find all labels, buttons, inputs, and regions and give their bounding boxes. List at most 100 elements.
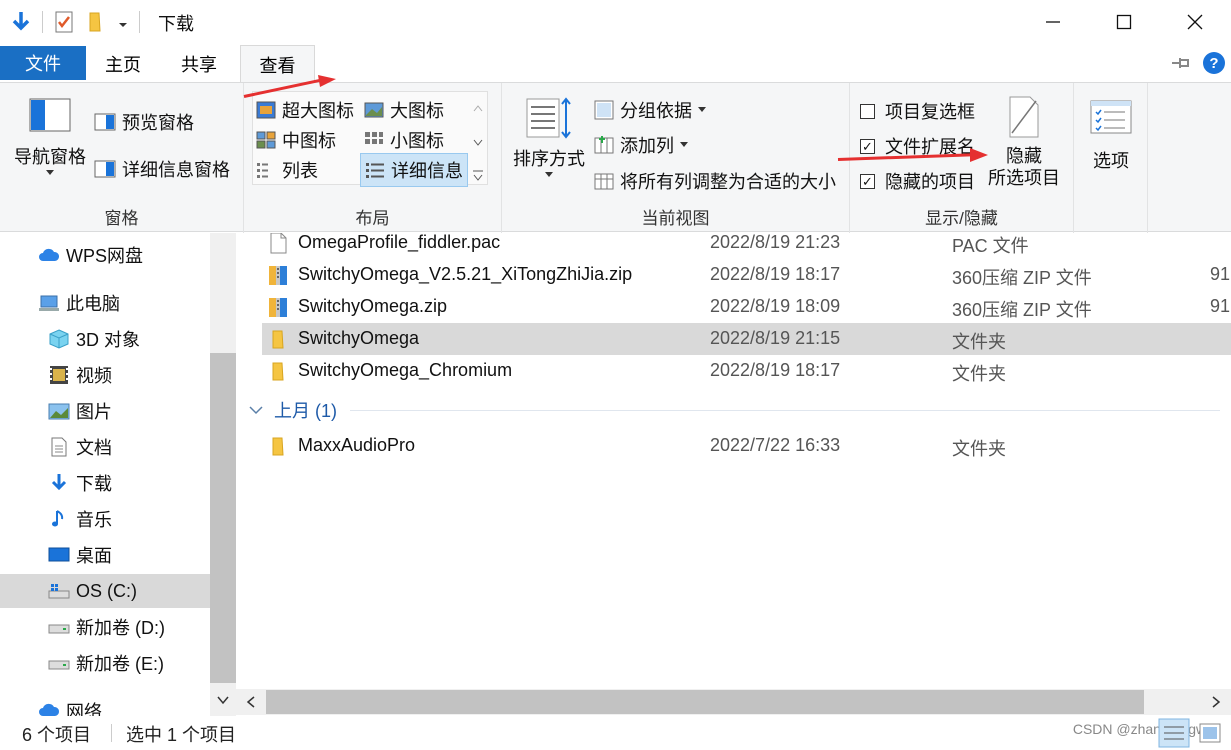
- minimize-icon: [1046, 21, 1060, 23]
- more-dropdown-icon: [473, 170, 483, 181]
- sidebar-item-3d-objects[interactable]: 3D 对象: [0, 322, 210, 356]
- file-date: 2022/8/19 18:17: [710, 360, 841, 380]
- tab-file[interactable]: 文件: [0, 46, 86, 80]
- network-icon: [38, 701, 60, 717]
- details-view-toggle-icon[interactable]: [1158, 718, 1190, 748]
- table-row[interactable]: SwitchyOmega_V2.5.21_XiTongZhiJia.zip 20…: [262, 259, 1231, 291]
- layout-gallery-scroll[interactable]: [470, 93, 486, 183]
- nav-pane-icon: [29, 98, 71, 132]
- chevron-down-icon: [46, 170, 54, 175]
- sidebar-item-videos[interactable]: 视频: [0, 358, 210, 392]
- layout-large-icons[interactable]: 大图标: [364, 97, 444, 123]
- video-icon: [48, 365, 70, 385]
- group-by-button[interactable]: 分组依据: [594, 97, 708, 123]
- desktop-icon: [48, 545, 70, 565]
- table-row[interactable]: MaxxAudioPro 2022/7/22 16:33 文件夹: [262, 430, 1231, 462]
- file-date: 2022/8/19 21:23: [710, 233, 841, 252]
- file-type: 360压缩 ZIP 文件: [952, 268, 1092, 288]
- file-name: SwitchyOmega_V2.5.21_XiTongZhiJia.zip: [298, 264, 633, 284]
- table-row[interactable]: SwitchyOmega_Chromium 2022/8/19 18:17 文件…: [262, 355, 1231, 387]
- sidebar-item-music[interactable]: 音乐: [0, 502, 210, 536]
- file-date: 2022/8/19 18:09: [710, 296, 841, 316]
- file-type: PAC 文件: [952, 236, 1029, 256]
- folder-icon: [272, 330, 284, 349]
- table-row[interactable]: OmegaProfile_fiddler.pac 2022/8/19 21:23…: [262, 233, 1231, 259]
- status-item-count: 6 个项目: [22, 725, 92, 745]
- options-button[interactable]: 选项: [1088, 99, 1134, 173]
- sidebar-item-label: 3D 对象: [76, 330, 141, 350]
- picture-icon: [48, 401, 70, 421]
- chevron-down-icon[interactable]: [217, 695, 229, 705]
- document-icon: [48, 437, 70, 457]
- download-icon: [48, 473, 70, 493]
- sidebar-item-downloads[interactable]: 下载: [0, 466, 210, 500]
- table-row[interactable]: SwitchyOmega.zip 2022/8/19 18:09 360压缩 Z…: [262, 291, 1231, 323]
- sidebar-item-wps-cloud[interactable]: WPS网盘: [0, 238, 210, 272]
- ribbon-group-layout: 超大图标 大图标 中图标 小图标 列表 详细信息 布局: [244, 83, 502, 233]
- pin-icon[interactable]: [1170, 54, 1192, 72]
- computer-icon: [38, 293, 60, 313]
- sidebar-item-os-c[interactable]: OS (C:): [0, 574, 210, 608]
- large-icons-icon: [364, 102, 384, 118]
- separator: [42, 11, 43, 33]
- layout-extra-large-icons[interactable]: 超大图标: [256, 97, 354, 123]
- details-icon: [366, 163, 384, 178]
- file-type: 文件夹: [952, 439, 1006, 459]
- large-icons-toggle-icon[interactable]: [1196, 720, 1224, 746]
- properties-icon[interactable]: [53, 10, 75, 34]
- status-divider: [111, 724, 112, 742]
- layout-medium-icons[interactable]: 中图标: [256, 127, 336, 153]
- chevron-down-icon[interactable]: [117, 10, 129, 34]
- sidebar-scrollbar[interactable]: [210, 233, 236, 717]
- file-date: 2022/8/19 18:17: [710, 264, 841, 284]
- file-type: 360压缩 ZIP 文件: [952, 300, 1092, 320]
- sidebar-item-this-pc[interactable]: 此电脑: [0, 286, 210, 320]
- layout-small-icons[interactable]: 小图标: [364, 127, 444, 153]
- preview-pane-button[interactable]: 预览窗格: [94, 109, 194, 135]
- sidebar-item-pictures[interactable]: 图片: [0, 394, 210, 428]
- nav-pane-button[interactable]: 导航窗格: [12, 97, 88, 177]
- details-pane-button[interactable]: 详细信息窗格: [94, 156, 230, 182]
- chevron-left-icon[interactable]: [246, 696, 256, 708]
- fit-columns-button[interactable]: 将所有列调整为合适的大小: [594, 168, 836, 194]
- scrollbar-thumb[interactable]: [266, 690, 1144, 714]
- horizontal-scrollbar[interactable]: [236, 689, 1231, 715]
- add-columns-icon: [594, 136, 614, 154]
- sidebar-item-label: 文档: [76, 438, 112, 458]
- table-row[interactable]: SwitchyOmega 2022/8/19 21:15 文件夹: [262, 323, 1231, 355]
- tab-home[interactable]: 主页: [92, 46, 154, 82]
- sidebar-item-volume-d[interactable]: 新加卷 (D:): [0, 610, 210, 644]
- chevron-down-icon: [545, 172, 553, 177]
- music-icon: [48, 509, 70, 529]
- item-checkboxes-checkbox[interactable]: [860, 103, 875, 119]
- file-date: 2022/7/22 16:33: [710, 435, 841, 455]
- add-columns-button[interactable]: 添加列: [594, 132, 690, 158]
- layout-list[interactable]: 列表: [256, 157, 318, 183]
- hidden-items-checkbox[interactable]: ✓: [860, 173, 875, 189]
- hide-selected-button[interactable]: 隐藏 所选项目: [986, 95, 1062, 189]
- scrollbar-thumb[interactable]: [210, 353, 236, 683]
- maximize-button[interactable]: [1089, 0, 1159, 44]
- chevron-right-icon[interactable]: [1211, 696, 1221, 708]
- download-arrow-icon[interactable]: [10, 10, 32, 34]
- help-icon[interactable]: ?: [1202, 51, 1226, 75]
- layout-label: 小图标: [390, 131, 444, 151]
- sidebar-item-network[interactable]: 网络: [0, 694, 210, 717]
- sidebar-item-documents[interactable]: 文档: [0, 430, 210, 464]
- close-button[interactable]: [1160, 0, 1230, 44]
- tab-share[interactable]: 共享: [168, 46, 230, 82]
- sidebar-item-desktop[interactable]: 桌面: [0, 538, 210, 572]
- fit-columns-label: 将所有列调整为合适的大小: [620, 172, 836, 192]
- hidden-items-toggle[interactable]: ✓ 隐藏的项目: [860, 168, 975, 194]
- new-folder-icon[interactable]: [85, 10, 107, 34]
- group-header-last-month[interactable]: 上月 (1): [248, 397, 337, 423]
- layout-details[interactable]: 详细信息: [360, 153, 468, 187]
- sidebar-item-volume-e[interactable]: 新加卷 (E:): [0, 646, 210, 680]
- file-extensions-checkbox[interactable]: ✓: [860, 138, 875, 154]
- minimize-button[interactable]: [1018, 0, 1088, 44]
- folder-icon: [272, 437, 284, 456]
- tab-view[interactable]: 查看: [240, 45, 315, 83]
- sort-by-button[interactable]: 排序方式: [510, 95, 588, 179]
- hide-selected-label-2: 所选项目: [988, 168, 1060, 188]
- item-checkboxes-toggle[interactable]: 项目复选框: [860, 98, 975, 124]
